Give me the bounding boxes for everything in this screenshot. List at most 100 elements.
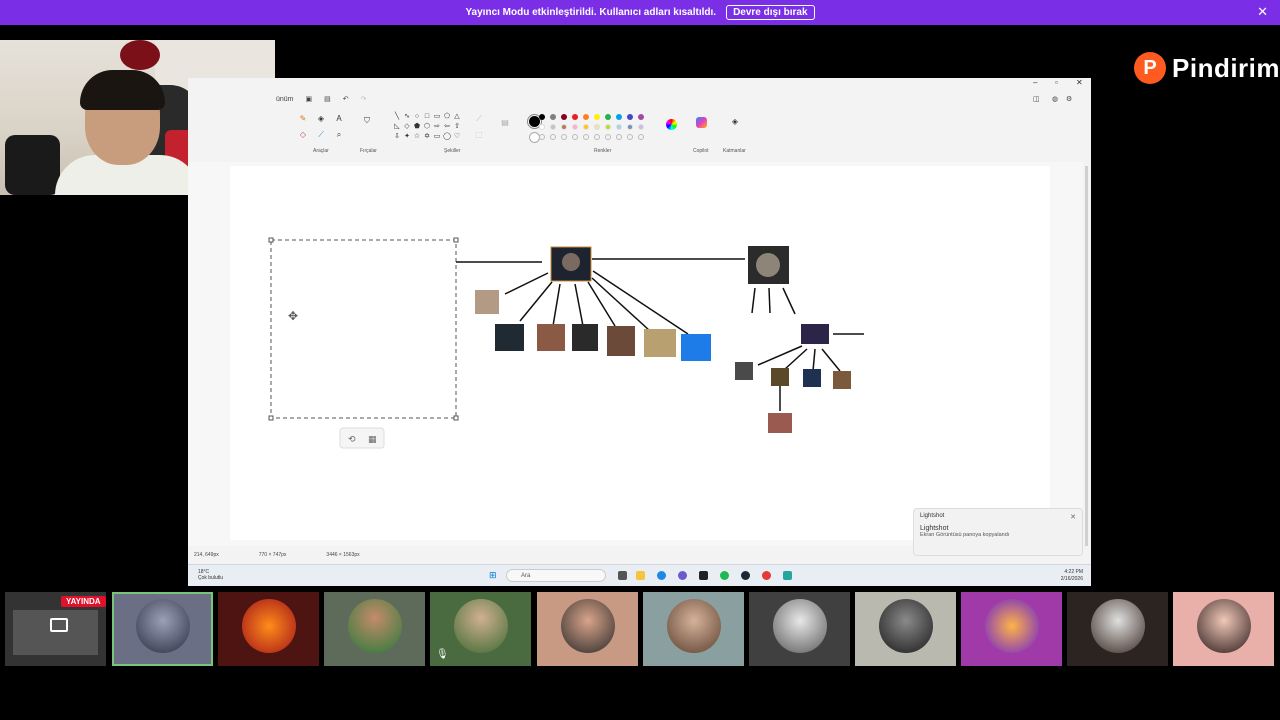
lightshot-notification[interactable]: Lightshot ✕ Lightshot Ekran Görüntüsü pa… bbox=[913, 508, 1083, 556]
color-swatch[interactable] bbox=[594, 114, 600, 120]
heart-icon[interactable]: ♡ bbox=[452, 132, 462, 142]
settings-icon[interactable]: ⚙ bbox=[1066, 95, 1072, 103]
brush-icon[interactable]: ⛉ bbox=[362, 116, 372, 126]
custom-color-slot[interactable] bbox=[605, 134, 611, 140]
participant-tile[interactable] bbox=[1067, 592, 1168, 666]
obs-icon[interactable] bbox=[762, 571, 771, 580]
triangle-icon[interactable]: △ bbox=[452, 112, 462, 122]
right-triangle-icon[interactable]: ◺ bbox=[392, 122, 402, 132]
custom-color-slot[interactable] bbox=[583, 134, 589, 140]
copilot-icon[interactable] bbox=[696, 117, 707, 128]
star5-icon[interactable]: ☆ bbox=[412, 132, 422, 142]
taskbar-search[interactable]: Ara bbox=[506, 569, 606, 582]
color-swatch[interactable] bbox=[638, 114, 644, 120]
custom-color-slot[interactable] bbox=[550, 134, 556, 140]
share-icon[interactable]: ◫ bbox=[1033, 95, 1040, 103]
color-swatch[interactable] bbox=[561, 114, 567, 120]
color-swatch[interactable] bbox=[616, 114, 622, 120]
color-swatch[interactable] bbox=[561, 124, 567, 130]
pentagon-icon[interactable]: ⬟ bbox=[412, 122, 422, 132]
taskbar-clock[interactable]: 4:22 PM 2/16/2026 bbox=[1061, 569, 1083, 583]
color-swatch[interactable] bbox=[583, 114, 589, 120]
participant-tile[interactable] bbox=[537, 592, 638, 666]
rectangle-icon[interactable]: □ bbox=[422, 112, 432, 122]
steam-icon[interactable] bbox=[741, 571, 750, 580]
hexagon-icon[interactable]: ⬡ bbox=[422, 122, 432, 132]
fill-icon[interactable]: ◈ bbox=[316, 114, 326, 124]
drawing-canvas[interactable]: ✥ ⟲ ▦ bbox=[230, 166, 1050, 540]
windows-start-icon[interactable]: ⊞ bbox=[489, 571, 498, 580]
custom-color-slot[interactable] bbox=[572, 134, 578, 140]
open-icon[interactable]: ▤ bbox=[324, 95, 331, 103]
color-swatch[interactable] bbox=[616, 124, 622, 130]
magnifier-icon[interactable]: ⌕ bbox=[334, 130, 344, 140]
participant-tile[interactable]: 🎙 bbox=[430, 592, 531, 666]
shape-size-icon[interactable]: ▤ bbox=[500, 118, 510, 128]
vertical-scrollbar[interactable] bbox=[1085, 166, 1088, 546]
line-icon[interactable]: ╲ bbox=[392, 112, 402, 122]
participant-tile[interactable] bbox=[643, 592, 744, 666]
close-icon[interactable]: ✕ bbox=[1070, 513, 1076, 521]
text-icon[interactable]: A bbox=[334, 114, 344, 124]
account-icon[interactable]: ◍ bbox=[1052, 95, 1058, 103]
undo-icon[interactable]: ↶ bbox=[343, 95, 349, 103]
polygon-icon[interactable]: ⬠ bbox=[442, 112, 452, 122]
participant-tile[interactable] bbox=[855, 592, 956, 666]
save-icon[interactable]: ▣ bbox=[306, 95, 313, 103]
minimize-icon[interactable]: – bbox=[1033, 78, 1037, 87]
close-icon[interactable]: ✕ bbox=[1257, 4, 1268, 20]
custom-color-slot[interactable] bbox=[594, 134, 600, 140]
color-swatch[interactable] bbox=[572, 124, 578, 130]
color-swatch[interactable] bbox=[539, 114, 545, 120]
custom-color-slot[interactable] bbox=[561, 134, 567, 140]
view-menu[interactable]: ünüm bbox=[276, 96, 294, 103]
custom-color-slot[interactable] bbox=[627, 134, 633, 140]
custom-color-slot[interactable] bbox=[616, 134, 622, 140]
edit-colors-icon[interactable] bbox=[666, 119, 677, 130]
custom-color-slot[interactable] bbox=[638, 134, 644, 140]
shape-fill-icon[interactable]: ⬚ bbox=[474, 130, 484, 140]
rounded-rect-icon[interactable]: ▭ bbox=[432, 112, 442, 122]
color-picker-icon[interactable]: ⟋ bbox=[316, 130, 326, 140]
pencil-icon[interactable]: ✎ bbox=[298, 114, 308, 124]
participant-tile[interactable] bbox=[749, 592, 850, 666]
discord-icon[interactable] bbox=[678, 571, 687, 580]
weather-widget[interactable]: 18°C Çok bulutlu bbox=[198, 569, 223, 581]
star4-icon[interactable]: ✦ bbox=[402, 132, 412, 142]
star6-icon[interactable]: ✡ bbox=[422, 132, 432, 142]
arrow-up-icon[interactable]: ⇧ bbox=[452, 122, 462, 132]
disable-streamer-mode-button[interactable]: Devre dışı bırak bbox=[726, 5, 815, 20]
participant-tile[interactable] bbox=[961, 592, 1062, 666]
oval-icon[interactable]: ○ bbox=[412, 112, 422, 122]
arrow-left-icon[interactable]: ⇦ bbox=[442, 122, 452, 132]
color-swatch[interactable] bbox=[627, 124, 633, 130]
layers-icon[interactable]: ◈ bbox=[730, 117, 740, 127]
paint-app-icon[interactable] bbox=[783, 571, 792, 580]
color-swatch[interactable] bbox=[605, 124, 611, 130]
color-swatch[interactable] bbox=[539, 124, 545, 130]
custom-color-slot[interactable] bbox=[539, 134, 545, 140]
color-swatch[interactable] bbox=[583, 124, 589, 130]
taskview-icon[interactable] bbox=[618, 571, 627, 580]
callout-rect-icon[interactable]: ▭ bbox=[432, 132, 442, 142]
color-swatch[interactable] bbox=[550, 124, 556, 130]
color-swatch[interactable] bbox=[550, 114, 556, 120]
close-window-icon[interactable]: ✕ bbox=[1076, 78, 1083, 87]
participant-tile[interactable] bbox=[218, 592, 319, 666]
color-swatch[interactable] bbox=[572, 114, 578, 120]
participant-tile-stream[interactable]: YAYINDA bbox=[5, 592, 106, 666]
color-swatch[interactable] bbox=[594, 124, 600, 130]
participant-tile[interactable] bbox=[112, 592, 213, 666]
spotify-icon[interactable] bbox=[720, 571, 729, 580]
file-explorer-icon[interactable] bbox=[636, 571, 645, 580]
callout-oval-icon[interactable]: ◯ bbox=[442, 132, 452, 142]
terminal-icon[interactable] bbox=[699, 571, 708, 580]
arrow-down-icon[interactable]: ⇩ bbox=[392, 132, 402, 142]
arrow-right-icon[interactable]: ⇨ bbox=[432, 122, 442, 132]
participant-tile[interactable] bbox=[1173, 592, 1274, 666]
edge-icon[interactable] bbox=[657, 571, 666, 580]
color-swatch[interactable] bbox=[627, 114, 633, 120]
diamond-icon[interactable]: ◇ bbox=[402, 122, 412, 132]
eraser-icon[interactable]: ◇ bbox=[298, 130, 308, 140]
maximize-icon[interactable]: ▫ bbox=[1055, 78, 1058, 87]
